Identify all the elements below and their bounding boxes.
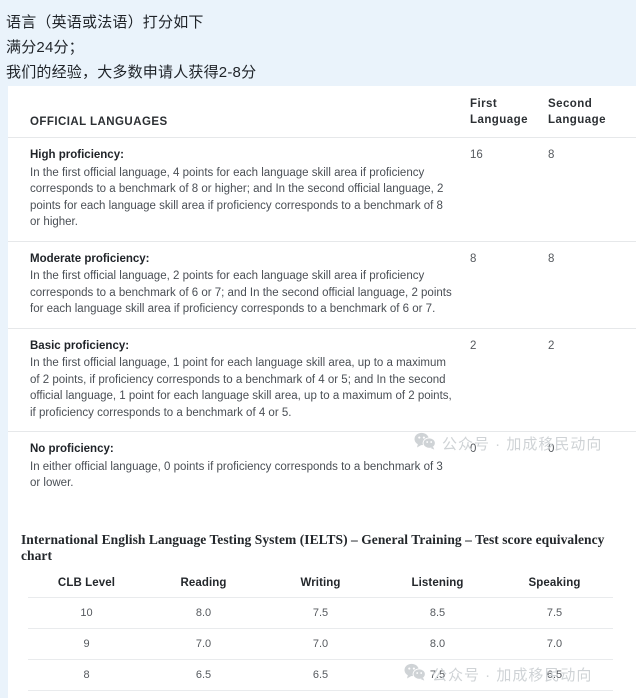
proficiency-body: In either official language, 0 points if… bbox=[30, 460, 443, 490]
proficiency-description-cell: No proficiency: In either official langu… bbox=[8, 431, 470, 502]
proficiency-title: Moderate proficiency: bbox=[30, 252, 150, 265]
listening-score-cell: 8.5 bbox=[379, 596, 496, 628]
clb-level-cell: 7 bbox=[28, 689, 145, 698]
first-language-line-2: Language bbox=[470, 114, 528, 126]
clb-level-cell: 8 bbox=[28, 658, 145, 690]
first-language-points: 0 bbox=[470, 431, 548, 502]
table-row: 8 6.5 6.5 7.5 6.5 bbox=[28, 658, 613, 690]
proficiency-description-cell: Moderate proficiency: In the first offic… bbox=[8, 240, 470, 328]
table-row: Basic proficiency: In the first official… bbox=[8, 327, 636, 432]
official-languages-table-head: OFFICIAL LANGUAGES First Language Second… bbox=[8, 86, 636, 138]
clb-level-cell: 9 bbox=[28, 627, 145, 659]
intro-note-line-2: 满分24分； bbox=[6, 39, 84, 56]
first-language-points: 8 bbox=[470, 240, 548, 328]
column-header-reading: Reading bbox=[180, 576, 227, 589]
speaking-score-cell: 7.5 bbox=[496, 596, 613, 628]
first-language-line-1: First bbox=[470, 98, 498, 110]
second-language-points: 2 bbox=[548, 327, 636, 432]
reading-score-cell: 8.0 bbox=[145, 596, 262, 628]
first-language-points: 2 bbox=[470, 327, 548, 432]
proficiency-description-cell: High proficiency: In the first official … bbox=[8, 137, 470, 241]
content-card: OFFICIAL LANGUAGES First Language Second… bbox=[8, 86, 636, 698]
proficiency-description-cell: Basic proficiency: In the first official… bbox=[8, 327, 470, 432]
writing-score-cell: 7.5 bbox=[262, 596, 379, 628]
table-row: 7 6.0 6.0 6.0 6.0 bbox=[28, 689, 613, 698]
column-header-second-language: Second Language bbox=[548, 86, 636, 138]
writing-score-cell: 7.0 bbox=[262, 627, 379, 659]
ielts-table-body: 10 8.0 7.5 8.5 7.5 9 7.0 7.0 8.0 7.0 8 6… bbox=[28, 596, 613, 698]
first-language-points: 16 bbox=[470, 137, 548, 241]
second-language-points: 8 bbox=[548, 137, 636, 241]
table-header-row: CLB Level Reading Writing Listening Spea… bbox=[28, 570, 613, 598]
second-language-points: 8 bbox=[548, 240, 636, 328]
column-header-first-language: First Language bbox=[470, 86, 548, 138]
ielts-table-head: CLB Level Reading Writing Listening Spea… bbox=[28, 570, 613, 598]
ielts-section: International English Language Testing S… bbox=[8, 532, 636, 698]
column-header-writing: Writing bbox=[300, 576, 341, 589]
column-header-clb-level: CLB Level bbox=[57, 576, 116, 589]
table-row: Moderate proficiency: In the first offic… bbox=[8, 240, 636, 328]
proficiency-body: In the first official language, 1 point … bbox=[30, 357, 452, 419]
second-language-line-2: Language bbox=[548, 114, 606, 126]
intro-note: 语言（英语或法语）打分如下 满分24分； 我们的经验，大多数申请人获得2-8分 bbox=[0, 0, 636, 93]
writing-score-cell: 6.5 bbox=[262, 658, 379, 690]
table-row: 10 8.0 7.5 8.5 7.5 bbox=[28, 596, 613, 628]
table-row: High proficiency: In the first official … bbox=[8, 137, 636, 241]
table-row: No proficiency: In either official langu… bbox=[8, 431, 636, 502]
ielts-title: International English Language Testing S… bbox=[21, 531, 605, 563]
column-header-speaking: Speaking bbox=[528, 576, 581, 589]
column-header-official-languages: OFFICIAL LANGUAGES bbox=[30, 116, 168, 128]
proficiency-title: High proficiency: bbox=[30, 149, 124, 161]
reading-score-cell: 7.0 bbox=[145, 627, 262, 659]
listening-score-cell: 7.5 bbox=[379, 658, 496, 690]
clb-level-cell: 10 bbox=[28, 596, 145, 628]
official-languages-table: OFFICIAL LANGUAGES First Language Second… bbox=[8, 86, 636, 502]
proficiency-title: Basic proficiency: bbox=[30, 339, 130, 352]
table-row: 9 7.0 7.0 8.0 7.0 bbox=[28, 627, 613, 659]
proficiency-body: In the first official language, 2 points… bbox=[30, 270, 452, 315]
second-language-points: 0 bbox=[548, 431, 636, 502]
table-header-row: OFFICIAL LANGUAGES First Language Second… bbox=[8, 86, 636, 138]
ielts-equivalency-table: CLB Level Reading Writing Listening Spea… bbox=[28, 570, 613, 698]
reading-score-cell: 6.5 bbox=[145, 658, 262, 690]
intro-note-line-1: 语言（英语或法语）打分如下 bbox=[6, 14, 204, 31]
speaking-score-cell: 7.0 bbox=[496, 627, 613, 659]
listening-score-cell: 8.0 bbox=[379, 627, 496, 659]
proficiency-body: In the first official language, 4 points… bbox=[30, 166, 444, 229]
speaking-score-cell: 6.0 bbox=[496, 689, 613, 698]
official-languages-table-body: High proficiency: In the first official … bbox=[8, 137, 636, 502]
proficiency-title: No proficiency: bbox=[30, 443, 114, 455]
writing-score-cell: 6.0 bbox=[262, 689, 379, 698]
speaking-score-cell: 6.5 bbox=[496, 658, 613, 690]
listening-score-cell: 6.0 bbox=[379, 689, 496, 698]
column-header-listening: Listening bbox=[411, 576, 464, 589]
reading-score-cell: 6.0 bbox=[145, 689, 262, 698]
intro-note-line-3: 我们的经验，大多数申请人获得2-8分 bbox=[6, 64, 257, 81]
second-language-line-1: Second bbox=[548, 98, 593, 110]
